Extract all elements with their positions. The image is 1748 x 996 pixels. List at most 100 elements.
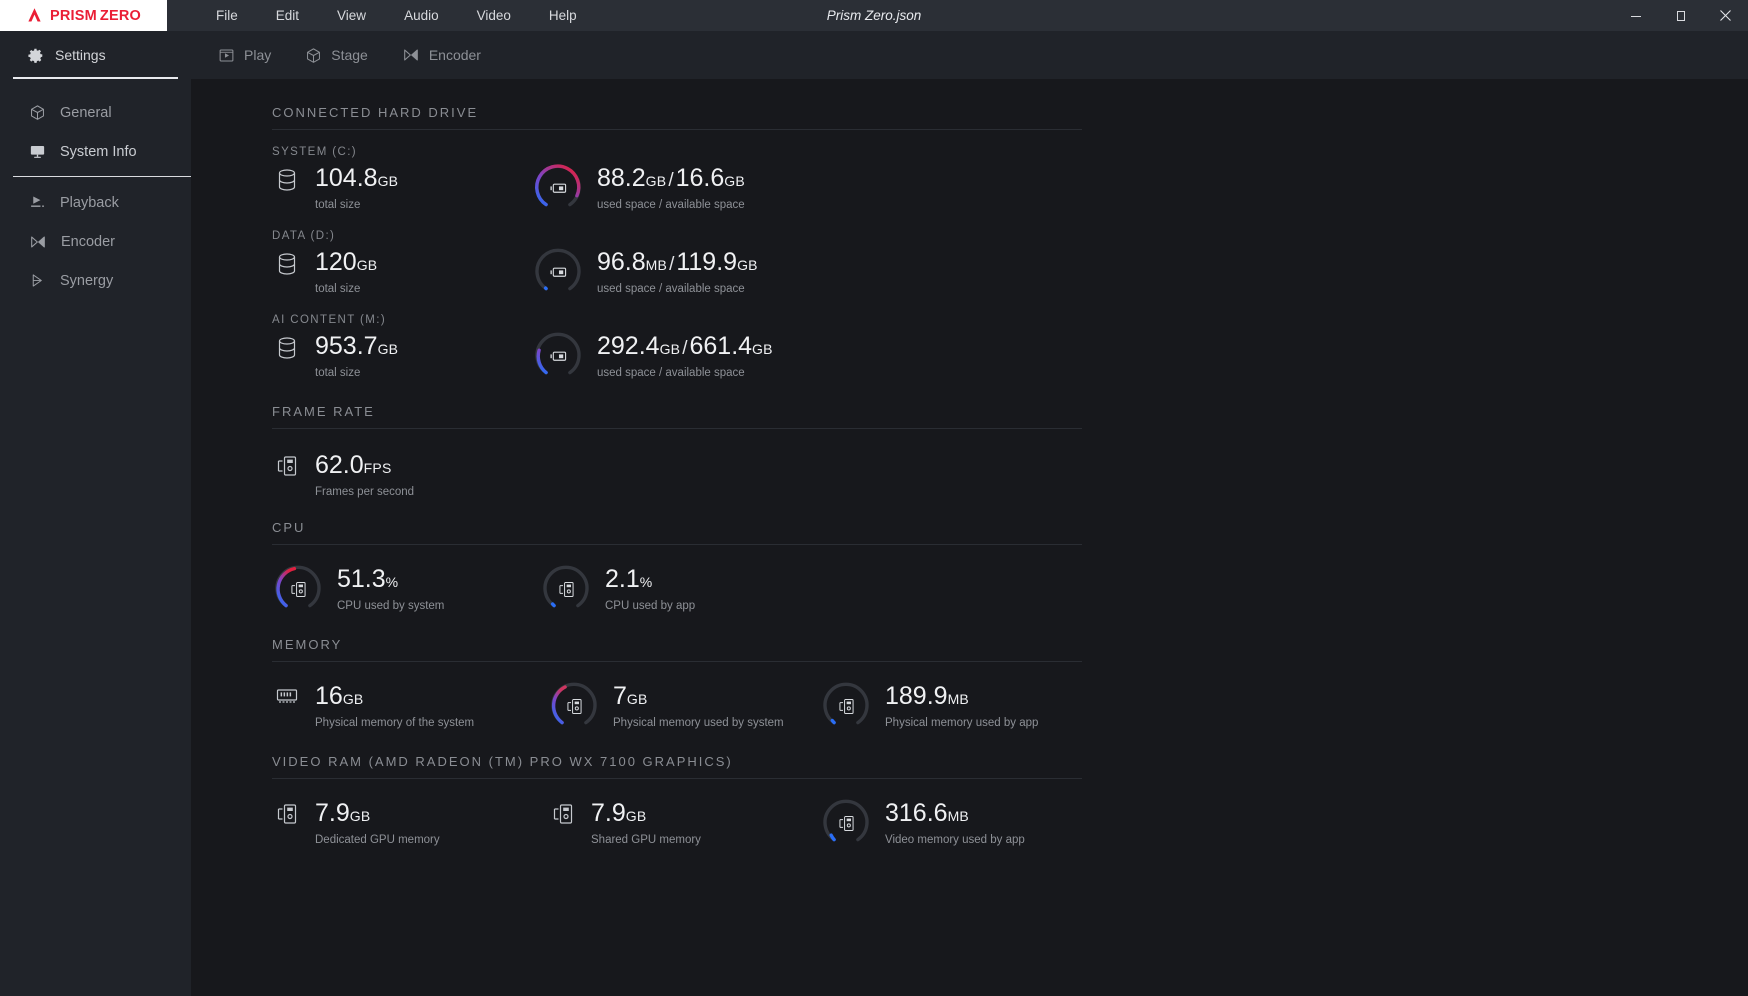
sidebar: General System Info Playback xyxy=(0,79,191,996)
tab-settings[interactable]: Settings xyxy=(0,31,191,79)
close-button[interactable] xyxy=(1703,0,1748,31)
usage-avail-value: 661.4 xyxy=(689,332,752,360)
usage-avail-unit: GB xyxy=(752,341,773,357)
gpu-shared-value: 7.9 xyxy=(591,799,626,827)
tab-settings-label: Settings xyxy=(55,47,106,63)
window-controls xyxy=(1613,0,1748,31)
drive-usage-ai-content: 292.4GB/661.4GB used space / available s… xyxy=(532,330,773,382)
menu-audio[interactable]: Audio xyxy=(385,0,458,31)
drive-total-caption: total size xyxy=(315,367,398,379)
button-play-label: Play xyxy=(244,47,271,63)
memory-app-unit: MB xyxy=(948,691,969,707)
memory-row: 16GB Physical memory of the system xyxy=(272,680,1708,732)
sidebar-item-playback[interactable]: Playback xyxy=(0,183,191,222)
minimize-button[interactable] xyxy=(1613,0,1658,31)
drive-total-system: 104.8GB total size xyxy=(272,162,532,211)
prism-logo-icon xyxy=(26,7,43,24)
section-title-cpu: CPU xyxy=(272,520,1708,544)
memory-system-caption: Physical memory used by system xyxy=(613,717,784,729)
button-play[interactable]: Play xyxy=(201,31,288,79)
bowtie-icon xyxy=(29,233,47,251)
cpu-system-gauge xyxy=(272,563,324,615)
sidebar-item-encoder-label: Encoder xyxy=(61,234,115,250)
sidebar-item-general-label: General xyxy=(60,105,112,121)
drive-total-unit: GB xyxy=(378,341,399,357)
gpu-app-value: 316.6 xyxy=(885,799,948,827)
memory-app-value: 189.9 xyxy=(885,682,948,710)
ram-icon xyxy=(272,680,302,706)
memory-system-metric: 7GB Physical memory used by system xyxy=(548,680,820,732)
memory-total-metric: 16GB Physical memory of the system xyxy=(272,680,548,729)
synergy-icon xyxy=(29,272,46,289)
section-title-video-ram: VIDEO RAM (AMD RADEON (TM) PRO WX 7100 G… xyxy=(272,754,1708,778)
main-content: CONNECTED HARD DRIVE SYSTEM (C:) 104.8GB xyxy=(191,79,1748,996)
database-icon xyxy=(272,330,302,360)
cpu-system-unit: % xyxy=(386,574,399,590)
tool-row: Settings Play Stage xyxy=(0,31,1748,79)
sidebar-item-synergy[interactable]: Synergy xyxy=(0,261,191,300)
cpu-row: 51.3% CPU used by system xyxy=(272,563,1708,615)
maximize-button[interactable] xyxy=(1658,0,1703,31)
menu-file[interactable]: File xyxy=(197,0,257,31)
cpu-app-metric: 2.1% CPU used by app xyxy=(540,563,695,615)
drive-total-value: 104.8 xyxy=(315,164,378,192)
button-stage[interactable]: Stage xyxy=(288,31,385,79)
button-stage-label: Stage xyxy=(331,47,368,63)
usage-avail-unit: GB xyxy=(724,173,745,189)
divider xyxy=(272,778,1082,779)
button-encoder[interactable]: Encoder xyxy=(385,31,498,79)
usage-avail-value: 16.6 xyxy=(676,164,725,192)
memory-system-unit: GB xyxy=(627,691,648,707)
sidebar-item-system-info-label: System Info xyxy=(60,144,137,160)
cpu-app-unit: % xyxy=(640,574,653,590)
drive-usage-system: 88.2GB/16.6GB used space / available spa… xyxy=(532,162,745,214)
drive-total-unit: GB xyxy=(378,173,399,189)
drive-label-ai-content: AI CONTENT (M:) xyxy=(272,314,1708,326)
menu-edit[interactable]: Edit xyxy=(257,0,318,31)
frame-rate-row: 62.0FPS Frames per second xyxy=(272,449,1708,498)
cpu-app-value: 2.1 xyxy=(605,565,640,593)
sidebar-item-system-info[interactable]: System Info xyxy=(0,132,191,171)
drive-label-system: SYSTEM (C:) xyxy=(272,146,1708,158)
cpu-system-caption: CPU used by system xyxy=(337,600,444,612)
tool-buttons: Play Stage Encoder xyxy=(191,31,498,79)
frame-rate-value: 62.0 xyxy=(315,451,364,479)
divider xyxy=(272,129,1082,130)
play-box-icon xyxy=(218,47,235,64)
memory-system-gauge xyxy=(548,680,600,732)
database-icon xyxy=(272,162,302,192)
usage-used-unit: GB xyxy=(646,173,667,189)
drive-icon xyxy=(532,246,584,298)
drive-total-ai-content: 953.7GB total size xyxy=(272,330,532,379)
app-logo-text: PRISMZERO xyxy=(50,8,141,24)
sidebar-item-encoder[interactable]: Encoder xyxy=(0,222,191,261)
usage-gauge xyxy=(532,246,584,298)
memory-total-unit: GB xyxy=(343,691,364,707)
section-title-hard-drive: CONNECTED HARD DRIVE xyxy=(272,105,1708,129)
divider xyxy=(272,428,1082,429)
bowtie-icon xyxy=(402,46,420,64)
menu-video[interactable]: Video xyxy=(458,0,530,31)
memory-app-caption: Physical memory used by app xyxy=(885,717,1038,729)
menu-help[interactable]: Help xyxy=(530,0,596,31)
logo-text-zero: ZERO xyxy=(100,8,141,24)
frame-rate-unit: FPS xyxy=(364,460,392,476)
drive-total-value: 953.7 xyxy=(315,332,378,360)
usage-used-value: 88.2 xyxy=(597,164,646,192)
gpu-dedicated-caption: Dedicated GPU memory xyxy=(315,834,440,846)
section-title-frame-rate: FRAME RATE xyxy=(272,404,1708,428)
app-logo: PRISMZERO xyxy=(0,0,167,31)
cpu-app-caption: CPU used by app xyxy=(605,600,695,612)
frame-rate-metric: 62.0FPS Frames per second xyxy=(272,449,414,498)
tower-icon xyxy=(820,680,872,732)
memory-app-gauge xyxy=(820,680,872,732)
menu-view[interactable]: View xyxy=(318,0,385,31)
memory-total-caption: Physical memory of the system xyxy=(315,717,474,729)
cube-icon xyxy=(29,104,46,121)
sidebar-item-general[interactable]: General xyxy=(0,93,191,132)
cpu-app-gauge xyxy=(540,563,592,615)
cpu-system-metric: 51.3% CPU used by system xyxy=(272,563,540,615)
section-title-memory: MEMORY xyxy=(272,637,1708,661)
usage-used-value: 292.4 xyxy=(597,332,660,360)
gpu-shared-caption: Shared GPU memory xyxy=(591,834,701,846)
